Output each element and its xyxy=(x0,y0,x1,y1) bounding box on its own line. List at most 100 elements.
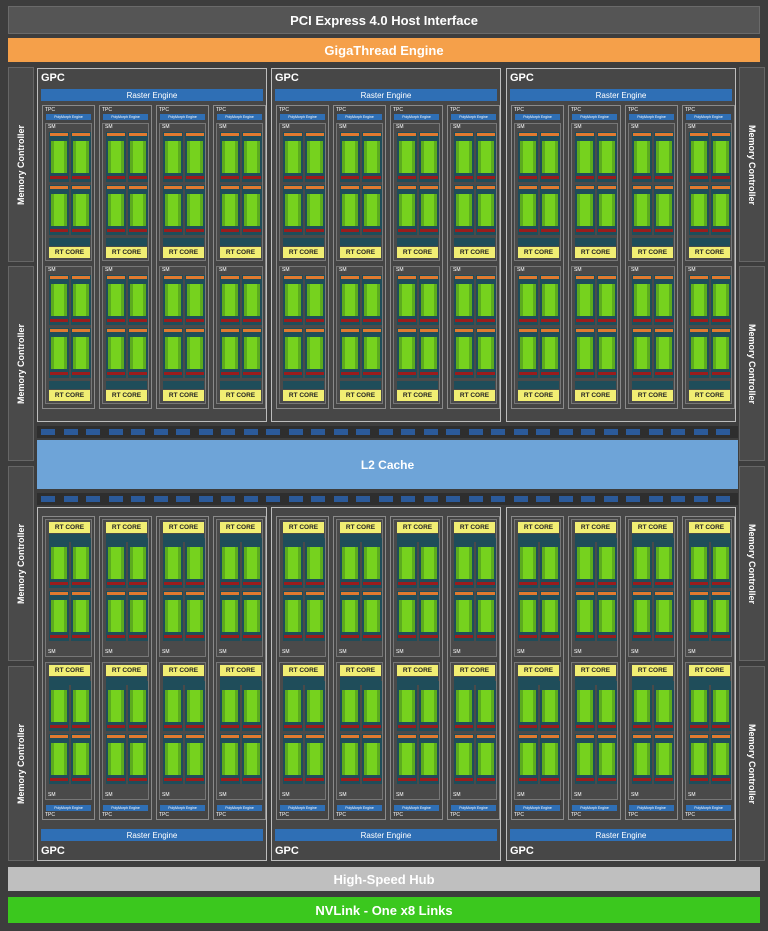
tensor-cores xyxy=(602,284,612,316)
tensor-cores xyxy=(580,337,590,369)
tpc-label: TPC xyxy=(628,812,638,818)
sm-processing-block xyxy=(689,275,709,325)
gpc: GPC Raster Engine TPC PolyMorph Engine SM RT … xyxy=(37,507,267,861)
tensor-cores xyxy=(54,337,64,369)
sm-block: SM RT CORE xyxy=(571,123,618,261)
load-store xyxy=(655,372,673,375)
sm-processing-block xyxy=(283,591,303,641)
register-file xyxy=(107,329,125,332)
tensor-cores xyxy=(659,743,669,775)
strip-block xyxy=(41,429,55,435)
sm-block: SM RT CORE xyxy=(216,519,263,657)
tensor-cores xyxy=(424,284,434,316)
tensor-cores xyxy=(54,600,64,632)
tensor-cores xyxy=(190,337,200,369)
strip-block xyxy=(446,429,460,435)
tensor-cores xyxy=(168,141,178,173)
sm-label: SM xyxy=(688,267,696,273)
tensor-cores xyxy=(168,284,178,316)
tensor-cores xyxy=(367,690,377,722)
rt-core: RT CORE xyxy=(283,247,324,258)
tensor-cores xyxy=(310,547,320,579)
load-store xyxy=(243,372,261,375)
load-store xyxy=(690,229,708,232)
sm-processing-block xyxy=(220,591,240,641)
rt-core: RT CORE xyxy=(49,390,90,401)
polymorph-engine: PolyMorph Engine xyxy=(629,114,674,120)
sm-processing-block xyxy=(575,132,595,182)
strip-block xyxy=(86,496,100,502)
load-store xyxy=(712,725,730,728)
load-store xyxy=(598,778,616,781)
texture-unit xyxy=(340,238,381,246)
load-store xyxy=(129,229,147,232)
load-store xyxy=(398,319,416,322)
polymorph-engine: PolyMorph Engine xyxy=(337,114,382,120)
sm-processing-block xyxy=(340,185,360,235)
load-store xyxy=(576,635,594,638)
rt-core: RT CORE xyxy=(163,390,204,401)
register-file xyxy=(221,329,239,332)
register-file xyxy=(186,735,204,738)
sm-processing-block xyxy=(689,328,709,378)
register-file xyxy=(712,276,730,279)
polymorph-engine: PolyMorph Engine xyxy=(572,805,617,811)
load-store xyxy=(633,229,651,232)
strip-block xyxy=(536,429,550,435)
tensor-cores xyxy=(345,337,355,369)
sm-processing-block xyxy=(242,275,262,325)
load-store xyxy=(107,725,125,728)
texture-unit xyxy=(518,677,559,685)
load-store xyxy=(598,229,616,232)
tensor-cores xyxy=(225,600,235,632)
tensor-cores xyxy=(76,337,86,369)
sm-processing-block xyxy=(597,132,617,182)
register-file xyxy=(164,329,182,332)
sm-processing-block xyxy=(71,185,91,235)
sm-processing-block xyxy=(106,591,126,641)
sm-block: SM RT CORE xyxy=(336,519,383,657)
sm-processing-block xyxy=(362,538,382,588)
tpc-label: TPC xyxy=(393,107,403,113)
register-file xyxy=(712,329,730,332)
sm-processing-block xyxy=(283,328,303,378)
sm-label: SM xyxy=(631,267,639,273)
memory-controller-label: Memory Controller xyxy=(747,523,758,604)
tpc: TPC PolyMorph Engine SM RT CORE SM RT CORE xyxy=(682,516,735,820)
strip-block xyxy=(288,429,303,435)
sm-label: SM xyxy=(162,649,170,655)
load-store xyxy=(363,778,381,781)
texture-unit xyxy=(454,381,495,389)
sm-processing-block xyxy=(220,734,240,784)
register-file xyxy=(50,276,68,279)
sm-label: SM xyxy=(396,649,404,655)
register-file xyxy=(363,592,381,595)
sm-processing-block xyxy=(689,132,709,182)
memory-controller: Memory Controller xyxy=(739,666,765,861)
load-store xyxy=(186,725,204,728)
tensor-cores xyxy=(523,743,533,775)
texture-unit xyxy=(689,534,730,542)
sm-processing-block xyxy=(654,132,674,182)
sm-processing-block xyxy=(518,328,538,378)
texture-unit xyxy=(632,677,673,685)
tensor-cores xyxy=(310,690,320,722)
tensor-cores xyxy=(716,194,726,226)
texture-unit xyxy=(283,677,324,685)
sm-processing-block xyxy=(49,591,69,641)
rt-core: RT CORE xyxy=(283,390,324,401)
load-store xyxy=(284,372,302,375)
load-store xyxy=(129,725,147,728)
sm-label: SM xyxy=(339,649,347,655)
load-store xyxy=(284,319,302,322)
sm-block: SM RT CORE xyxy=(571,266,618,404)
sm-label: SM xyxy=(396,792,404,798)
strip-block xyxy=(41,496,55,502)
register-file xyxy=(398,592,416,595)
load-store xyxy=(712,582,730,585)
sm-block: SM RT CORE xyxy=(102,123,149,261)
register-file xyxy=(398,735,416,738)
tensor-cores xyxy=(168,743,178,775)
sm-processing-block xyxy=(362,328,382,378)
sm-processing-block xyxy=(220,185,240,235)
